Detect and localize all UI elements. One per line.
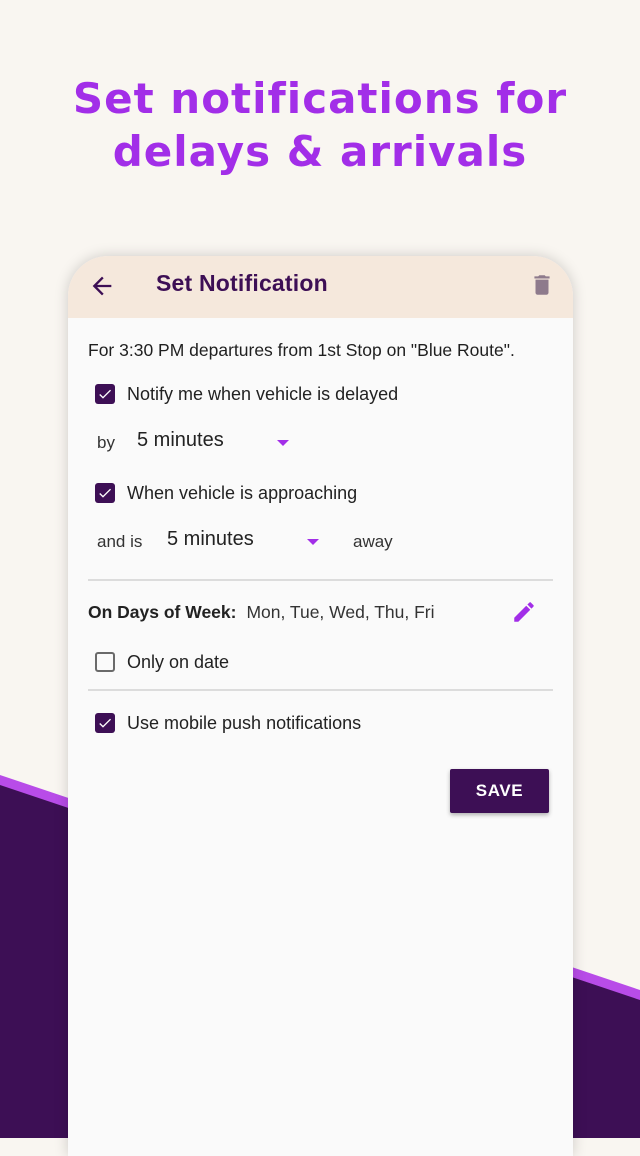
check-icon bbox=[99, 718, 111, 728]
back-button[interactable] bbox=[88, 272, 116, 300]
promo-headline: Set notifications for delays & arrivals bbox=[0, 72, 640, 178]
days-of-week-row: On Days of Week: Mon, Tue, Wed, Thu, Fri bbox=[88, 602, 435, 623]
delay-dropdown-arrow-icon[interactable] bbox=[277, 440, 289, 446]
delay-dropdown[interactable]: 5 minutes bbox=[137, 429, 224, 452]
trash-icon bbox=[534, 275, 550, 295]
delay-prefix: by bbox=[97, 433, 115, 452]
headline-line-2: delays & arrivals bbox=[112, 127, 528, 176]
app-bar: Set Notification bbox=[68, 256, 573, 318]
delay-amount-row: by 5 minutes bbox=[97, 428, 337, 458]
only-on-date-label: Only on date bbox=[127, 651, 230, 672]
away-suffix: away bbox=[353, 532, 393, 551]
away-dropdown[interactable]: 5 minutes bbox=[167, 528, 254, 551]
section-divider bbox=[88, 689, 553, 691]
headline-line-1: Set notifications for bbox=[72, 74, 568, 123]
days-of-week-label: On Days of Week: bbox=[88, 602, 237, 622]
push-notifications-checkbox[interactable] bbox=[95, 713, 115, 733]
section-divider bbox=[88, 579, 553, 581]
edit-days-button[interactable] bbox=[511, 599, 537, 625]
notify-delayed-label: Notify me when vehicle is delayed bbox=[127, 383, 399, 404]
away-dropdown-arrow-icon[interactable] bbox=[307, 539, 319, 545]
days-of-week-value: Mon, Tue, Wed, Thu, Fri bbox=[246, 602, 435, 622]
notify-delayed-checkbox[interactable] bbox=[95, 384, 115, 404]
away-prefix: and is bbox=[97, 532, 143, 551]
away-distance-row: and is 5 minutes away bbox=[97, 527, 417, 557]
delete-button[interactable] bbox=[529, 271, 555, 299]
pencil-icon bbox=[514, 602, 534, 622]
approaching-label: When vehicle is approaching bbox=[127, 482, 358, 503]
notify-delayed-checkbox-row[interactable]: Notify me when vehicle is delayed bbox=[95, 381, 398, 407]
only-on-date-checkbox[interactable] bbox=[95, 652, 115, 672]
approaching-checkbox-row[interactable]: When vehicle is approaching bbox=[95, 480, 357, 506]
check-icon bbox=[99, 488, 111, 498]
check-icon bbox=[99, 389, 111, 399]
arrow-left-icon bbox=[92, 276, 112, 296]
departure-description: For 3:30 PM departures from 1st Stop on … bbox=[88, 340, 515, 360]
only-on-date-checkbox-row[interactable]: Only on date bbox=[95, 649, 229, 675]
push-notifications-checkbox-row[interactable]: Use mobile push notifications bbox=[95, 710, 361, 736]
phone-screen: Set Notification For 3:30 PM departures … bbox=[68, 256, 573, 1156]
save-button[interactable]: SAVE bbox=[450, 769, 549, 813]
approaching-checkbox[interactable] bbox=[95, 483, 115, 503]
page-title: Set Notification bbox=[156, 270, 328, 296]
push-notifications-label: Use mobile push notifications bbox=[127, 712, 362, 733]
